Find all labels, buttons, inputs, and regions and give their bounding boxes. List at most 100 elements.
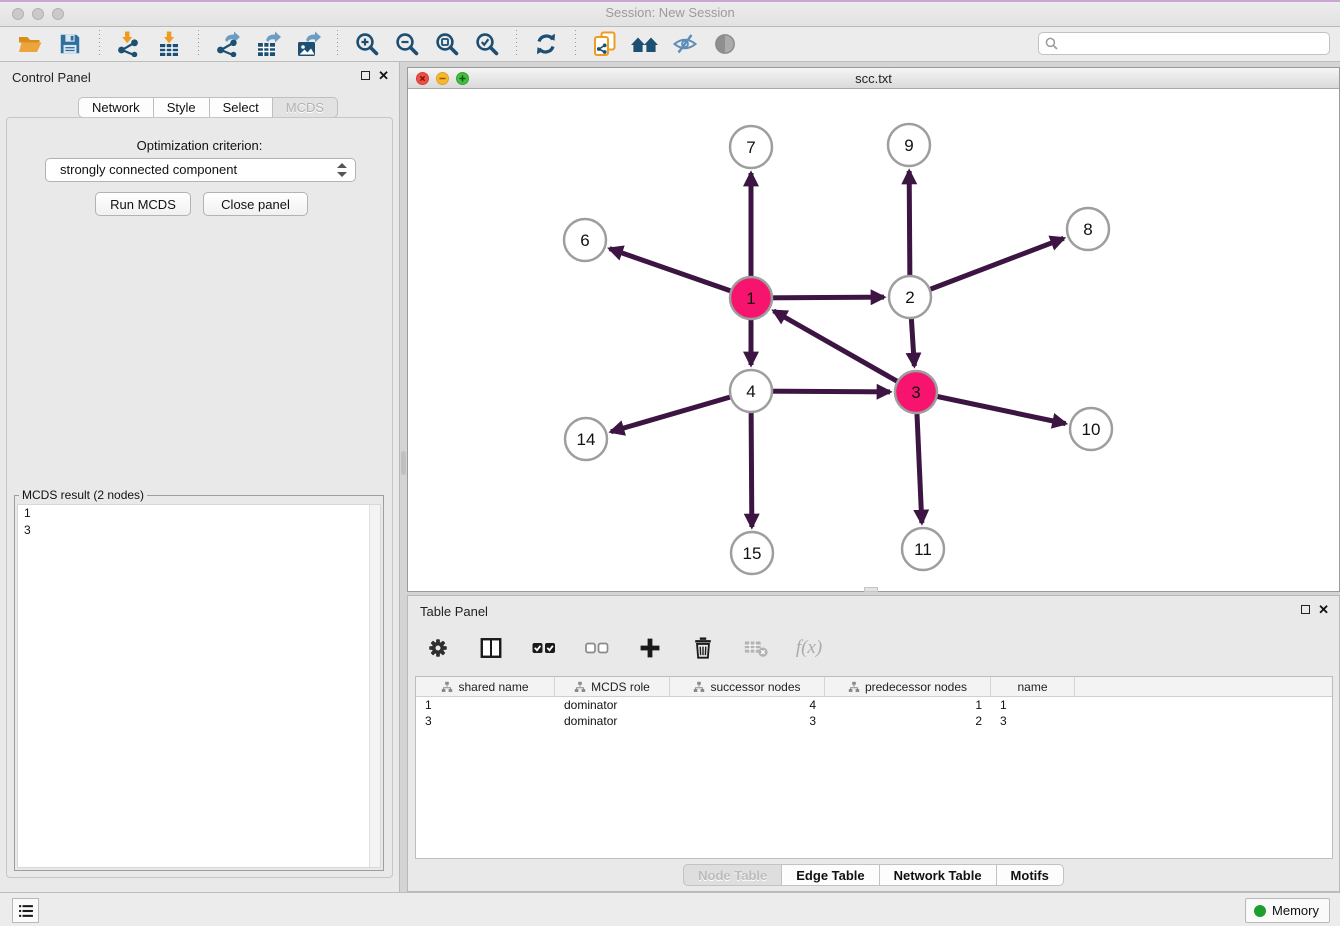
graph-edge-1-6[interactable] [610, 249, 751, 298]
export-table-icon[interactable] [253, 29, 283, 59]
result-scrollbar[interactable] [369, 505, 380, 867]
export-image-icon[interactable] [293, 29, 323, 59]
zoom-in-icon[interactable] [352, 29, 382, 59]
zoom-out-icon[interactable] [392, 29, 422, 59]
window-resize-grip[interactable] [864, 587, 878, 592]
add-column-icon[interactable] [635, 633, 665, 663]
graph-node-7[interactable]: 7 [730, 126, 772, 168]
float-panel-icon[interactable] [361, 71, 370, 80]
svg-text:6: 6 [580, 231, 589, 250]
table-settings-gear-icon[interactable] [423, 633, 453, 663]
memory-status-icon [1254, 905, 1266, 917]
svg-text:15: 15 [743, 544, 762, 563]
graph-node-4[interactable]: 4 [730, 370, 772, 412]
column-header-name[interactable]: name [991, 677, 1075, 696]
svg-text:7: 7 [746, 138, 755, 157]
select-all-icon[interactable] [529, 633, 559, 663]
application-window: Session: New Session [0, 0, 1340, 926]
column-header-mcds-role[interactable]: MCDS role [555, 677, 670, 696]
run-mcds-button[interactable]: Run MCDS [95, 192, 191, 216]
network-canvas[interactable]: 1 2 3 4 6 7 8 9 10 11 14 15 [408, 89, 1339, 591]
graph-node-6[interactable]: 6 [564, 219, 606, 261]
hide-details-icon[interactable] [670, 29, 700, 59]
tab-edge-table[interactable]: Edge Table [781, 864, 879, 886]
table-header-row: shared name MCDS role successor nodes pr… [416, 677, 1332, 697]
zoom-selected-icon[interactable] [472, 29, 502, 59]
list-icon [17, 902, 35, 920]
cell-shared-name: 3 [416, 713, 555, 729]
open-session-icon[interactable] [15, 29, 45, 59]
flow-icon [848, 681, 860, 693]
deselect-all-icon[interactable] [582, 633, 612, 663]
export-network-icon[interactable] [213, 29, 243, 59]
task-history-button[interactable] [12, 898, 39, 923]
svg-text:10: 10 [1082, 420, 1101, 439]
table-panel-tabs: Node Table Edge Table Network Table Moti… [408, 864, 1339, 886]
toolbar-separator [198, 30, 199, 58]
toolbar-separator [99, 30, 100, 58]
graph-node-2[interactable]: 2 [889, 276, 931, 318]
tab-style[interactable]: Style [153, 97, 210, 118]
titlebar-accent [0, 0, 1340, 2]
tab-motifs[interactable]: Motifs [996, 864, 1064, 886]
network-window-title: scc.txt [408, 71, 1339, 86]
mcds-result-list[interactable]: 1 3 [17, 504, 381, 868]
cell-mcds-role: dominator [555, 713, 670, 729]
memory-label: Memory [1272, 903, 1319, 918]
toolbar-separator [575, 30, 576, 58]
import-table-icon[interactable] [154, 29, 184, 59]
tab-select[interactable]: Select [209, 97, 273, 118]
tab-node-table[interactable]: Node Table [683, 864, 782, 886]
table-row[interactable]: 3 dominator 3 2 3 [416, 713, 1332, 729]
search-field-wrap [1038, 32, 1330, 55]
graph-node-8[interactable]: 8 [1067, 208, 1109, 250]
graph-node-3[interactable]: 3 [895, 371, 937, 413]
graph-node-1[interactable]: 1 [730, 277, 772, 319]
tab-network-table[interactable]: Network Table [879, 864, 997, 886]
tab-network[interactable]: Network [78, 97, 154, 118]
graph-edge-3-10[interactable] [916, 392, 1066, 424]
svg-text:14: 14 [577, 430, 596, 449]
zoom-fit-icon[interactable] [432, 29, 462, 59]
memory-button[interactable]: Memory [1245, 898, 1330, 923]
mcds-result-legend: MCDS result (2 nodes) [19, 488, 147, 502]
graph-node-15[interactable]: 15 [731, 532, 773, 574]
table-row[interactable]: 1 dominator 4 1 1 [416, 697, 1332, 713]
first-neighbors-icon[interactable] [630, 29, 660, 59]
duplicate-network-icon[interactable] [590, 29, 620, 59]
close-panel-button[interactable]: Close panel [203, 192, 308, 216]
graph-node-9[interactable]: 9 [888, 124, 930, 166]
tab-mcds[interactable]: MCDS [272, 97, 338, 118]
graph-node-11[interactable]: 11 [902, 528, 944, 570]
panel-splitter-handle[interactable] [401, 451, 406, 475]
function-builder-icon-disabled: f(x) [794, 633, 824, 663]
show-details-icon[interactable] [710, 29, 740, 59]
table-panel: Table Panel ✕ [407, 595, 1340, 892]
graph: 1 2 3 4 6 7 8 9 10 11 14 15 [408, 89, 1339, 591]
refresh-icon[interactable] [531, 29, 561, 59]
delete-table-icon-disabled [741, 633, 771, 663]
graph-edge-2-8[interactable] [910, 238, 1064, 297]
criterion-dropdown[interactable]: strongly connected component [45, 158, 356, 182]
search-input[interactable] [1038, 32, 1330, 55]
svg-text:2: 2 [905, 288, 914, 307]
flow-icon [441, 681, 453, 693]
graph-node-10[interactable]: 10 [1070, 408, 1112, 450]
save-session-icon[interactable] [55, 29, 85, 59]
column-header-predecessor-nodes[interactable]: predecessor nodes [825, 677, 991, 696]
import-network-icon[interactable] [114, 29, 144, 59]
graph-edge-3-1[interactable] [774, 311, 916, 392]
close-panel-icon[interactable]: ✕ [1318, 604, 1329, 615]
table-panel-header: Table Panel ✕ [408, 596, 1339, 626]
column-header-shared-name[interactable]: shared name [416, 677, 555, 696]
network-window-titlebar[interactable]: scc.txt [408, 68, 1339, 89]
float-panel-icon[interactable] [1301, 605, 1310, 614]
show-columns-icon[interactable] [476, 633, 506, 663]
mcds-panel: Optimization criterion: strongly connect… [6, 117, 393, 878]
column-header-successor-nodes[interactable]: successor nodes [670, 677, 825, 696]
graph-node-14[interactable]: 14 [565, 418, 607, 460]
delete-values-trash-icon[interactable] [688, 633, 718, 663]
cell-mcds-role: dominator [555, 697, 670, 713]
svg-text:8: 8 [1083, 220, 1092, 239]
close-panel-icon[interactable]: ✕ [378, 70, 389, 81]
